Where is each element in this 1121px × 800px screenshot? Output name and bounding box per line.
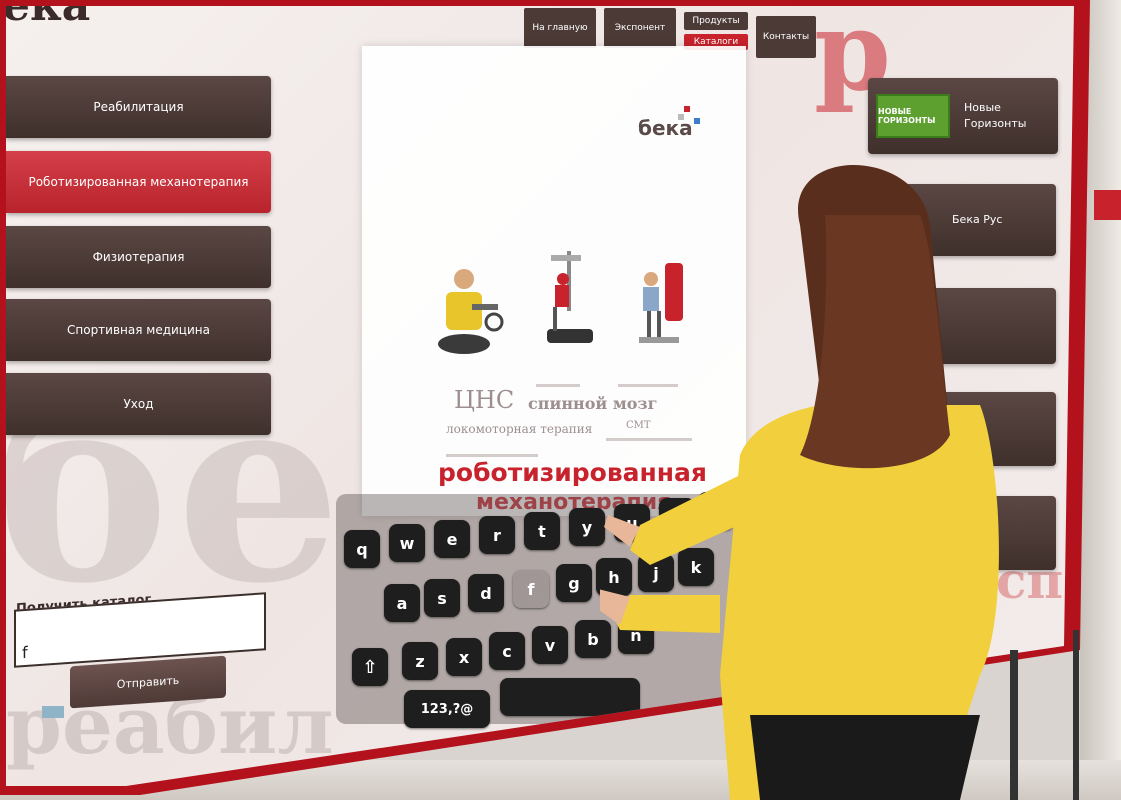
tag-spinal-cord: спинной мозг (528, 394, 658, 413)
device-image-walker (547, 251, 593, 343)
key-f[interactable]: f (513, 570, 549, 608)
logo-dot-grey (678, 114, 684, 120)
small-icon (42, 706, 64, 718)
key-y[interactable]: y (569, 508, 605, 546)
tag-faint-1 (536, 384, 580, 387)
partner-beka-rus-button[interactable]: Бека Рус (866, 184, 1056, 256)
key-space[interactable] (500, 678, 640, 716)
stand-leg-left (1010, 650, 1018, 800)
nav-products-button[interactable]: Продукты (684, 12, 748, 30)
key-r[interactable]: r (479, 516, 515, 554)
catalog-submit-button[interactable]: Отправить (70, 655, 226, 709)
key-x[interactable]: x (446, 638, 482, 676)
partner-novye-gorizonty-button[interactable]: НОВЫЕ ГОРИЗОНТЫ Новые Горизонты (868, 78, 1058, 154)
background-red-stripe (1094, 190, 1121, 220)
key-s[interactable]: s (424, 579, 460, 617)
tag-faint-3 (446, 454, 538, 457)
key-g[interactable]: g (556, 564, 592, 602)
stand-leg-right (1073, 630, 1079, 800)
brand-title: ека (6, 6, 90, 31)
tag-cmt: СМТ (626, 420, 651, 431)
key-c[interactable]: c (489, 632, 525, 670)
nav-home-button[interactable]: На главную (524, 8, 596, 48)
menu-sports-medicine[interactable]: Спортивная медицина (6, 299, 271, 361)
key-u[interactable]: u (614, 504, 650, 542)
logo-tagline (638, 147, 640, 153)
novye-gorizonty-logo: НОВЫЕ ГОРИЗОНТЫ (876, 94, 950, 138)
partner-beka-rus-label: Бека Рус (952, 213, 1003, 226)
nav-exponent-button[interactable]: Экспонент (604, 8, 676, 48)
logo-dot-red (684, 106, 690, 112)
key-b[interactable]: b (575, 620, 611, 658)
key-n[interactable]: n (618, 616, 654, 654)
key-v[interactable]: v (532, 626, 568, 664)
nav-contacts-button[interactable]: Контакты (756, 16, 816, 58)
menu-care[interactable]: Уход (6, 373, 271, 435)
key-k[interactable]: k (678, 548, 714, 586)
headline-robotic: роботизированная (438, 458, 707, 487)
logo-dot-blue (694, 118, 700, 124)
key-i[interactable]: i (659, 498, 695, 536)
partner-button-4[interactable] (866, 392, 1056, 466)
menu-robotic-mechanotherapy[interactable]: Роботизированная механотерапия (6, 151, 271, 213)
key-numbers-mode[interactable]: 123,?@ (404, 690, 490, 728)
partner-button-5[interactable] (866, 496, 1056, 570)
key-z[interactable]: z (402, 642, 438, 680)
key-j[interactable]: j (638, 554, 674, 592)
key-h[interactable]: h (596, 558, 632, 596)
key-w[interactable]: w (389, 524, 425, 562)
menu-physiotherapy[interactable]: Физиотерапия (6, 226, 271, 288)
device-image-wheelchair (438, 269, 504, 354)
beka-logo: бека (638, 116, 693, 140)
tag-faint-4 (606, 438, 692, 441)
key-a[interactable]: a (384, 584, 420, 622)
partner-novye-gorizonty-label: Новые Горизонты (964, 101, 1027, 130)
menu-rehabilitation[interactable]: Реабилитация (6, 76, 271, 138)
tag-cns: ЦНС (454, 386, 515, 414)
tag-locomotor-therapy: локомоторная терапия (446, 422, 593, 436)
partner-button-3[interactable] (866, 288, 1056, 364)
key-t[interactable]: t (524, 512, 560, 550)
key-o[interactable]: o (698, 492, 734, 530)
key-e[interactable]: e (434, 520, 470, 558)
key-q[interactable]: q (344, 530, 380, 568)
device-image-exoskeleton (639, 263, 683, 343)
tag-faint-2 (618, 384, 678, 387)
shift-arrow-icon[interactable]: ⇧ (352, 648, 388, 686)
key-d[interactable]: d (468, 574, 504, 612)
